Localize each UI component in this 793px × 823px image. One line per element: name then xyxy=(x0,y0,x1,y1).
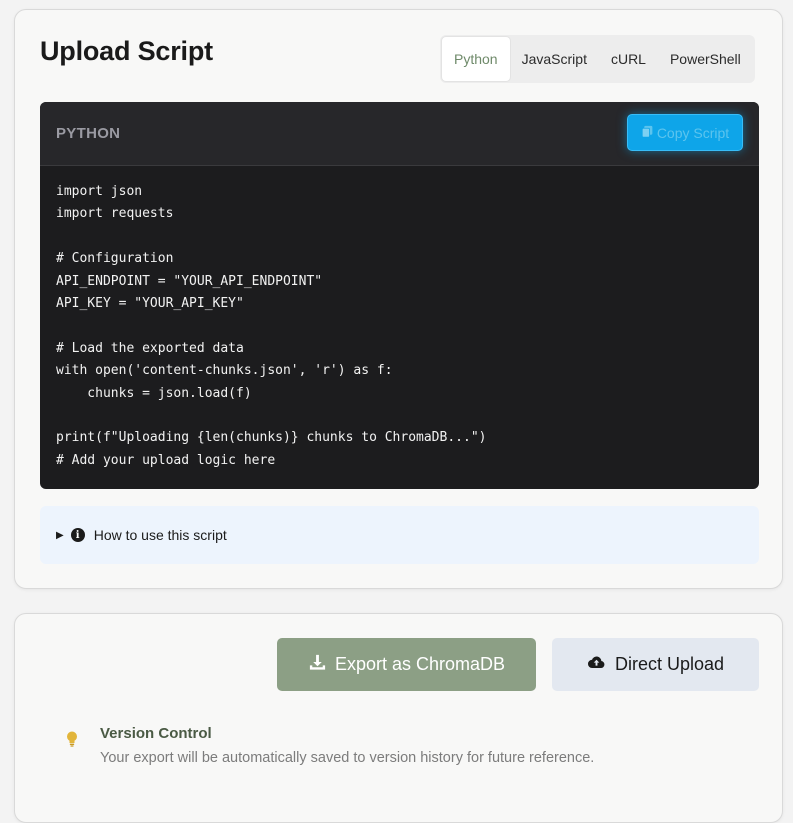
tab-javascript[interactable]: JavaScript xyxy=(510,37,599,81)
copy-script-button[interactable]: Copy Script xyxy=(627,114,743,151)
copy-script-label: Copy Script xyxy=(656,124,730,141)
download-icon xyxy=(308,653,327,677)
code-language-label: PYTHON xyxy=(56,125,121,142)
export-card: Export as ChromaDB Direct Upload Version… xyxy=(14,613,783,823)
direct-upload-button[interactable]: Direct Upload xyxy=(552,638,759,691)
tab-curl[interactable]: cURL xyxy=(599,37,658,81)
info-icon: i xyxy=(70,528,85,542)
export-label: Export as ChromaDB xyxy=(334,654,506,674)
lightbulb-icon xyxy=(65,730,79,748)
upload-script-card: Upload Script Python JavaScript cURL Pow… xyxy=(14,9,783,589)
cloud-upload-icon xyxy=(587,653,606,677)
export-chromadb-button[interactable]: Export as ChromaDB xyxy=(277,638,536,691)
tab-powershell[interactable]: PowerShell xyxy=(658,37,753,81)
language-tabs: Python JavaScript cURL PowerShell xyxy=(440,35,755,83)
page-title: Upload Script xyxy=(40,36,213,66)
disclosure-triangle-icon: ▶ xyxy=(56,529,64,541)
code-header: PYTHON Copy Script xyxy=(40,102,759,166)
code-panel: PYTHON Copy Script import json import re… xyxy=(40,102,759,489)
version-control-text: Your export will be automatically saved … xyxy=(100,750,595,766)
direct-upload-label: Direct Upload xyxy=(614,654,725,674)
tab-python[interactable]: Python xyxy=(442,37,510,81)
how-to-use-label: How to use this script xyxy=(93,527,227,543)
code-block: import json import requests # Configurat… xyxy=(56,184,487,468)
copy-icon xyxy=(641,125,654,141)
how-to-use-disclosure[interactable]: ▶ i How to use this script xyxy=(40,506,759,564)
version-control-title: Version Control xyxy=(100,725,212,742)
